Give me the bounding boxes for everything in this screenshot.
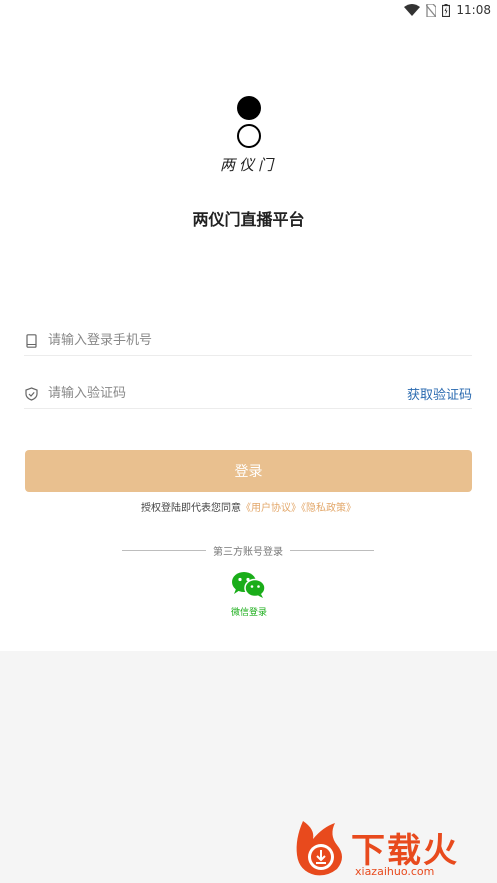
get-code-button[interactable]: 获取验证码 (407, 384, 472, 403)
logo-white-circle (236, 124, 261, 148)
status-time: 11:08 (456, 3, 491, 17)
logo-text: 两仪门 (219, 156, 277, 174)
battery-icon (442, 3, 451, 17)
login-screen: 11:08 两仪门 两仪门直播平台 获取验证码 登录 授权登陆即代表您同意《用户… (0, 0, 497, 651)
wechat-login-label: 微信登录 (230, 608, 267, 618)
watermark: 下载火 xiazaihuo.com (293, 819, 493, 879)
code-field: 获取验证码 (24, 379, 472, 409)
agreement-text: 授权登陆即代表您同意《用户协议》《隐私政策》 (0, 499, 497, 514)
no-sim-icon (426, 3, 437, 17)
phone-icon (24, 333, 38, 348)
divider-line-right (290, 550, 374, 551)
wifi-icon (404, 4, 421, 16)
app-title: 两仪门直播平台 (192, 210, 305, 229)
login-button[interactable]: 登录 (25, 450, 472, 492)
phone-input[interactable] (48, 328, 472, 353)
agreement-prefix: 授权登陆即代表您同意 (141, 503, 241, 514)
status-bar: 11:08 (0, 0, 497, 22)
code-input[interactable] (48, 381, 407, 406)
app-logo: 两仪门 (0, 96, 497, 175)
wechat-login-button[interactable]: 微信登录 (229, 571, 269, 618)
logo-black-circle (236, 96, 261, 120)
third-party-label: 第三方账号登录 (213, 547, 283, 558)
divider-line-left (122, 550, 206, 551)
flame-logo-icon (293, 819, 349, 881)
wechat-icon (231, 571, 267, 603)
shield-icon (24, 386, 38, 401)
phone-field (24, 326, 472, 356)
watermark-site: xiazaihuo.com (355, 865, 435, 878)
privacy-policy-link[interactable]: 《隐私政策》 (301, 503, 356, 514)
third-party-divider: 第三方账号登录 (122, 543, 374, 558)
user-agreement-link[interactable]: 《用户协议》 (241, 503, 301, 514)
